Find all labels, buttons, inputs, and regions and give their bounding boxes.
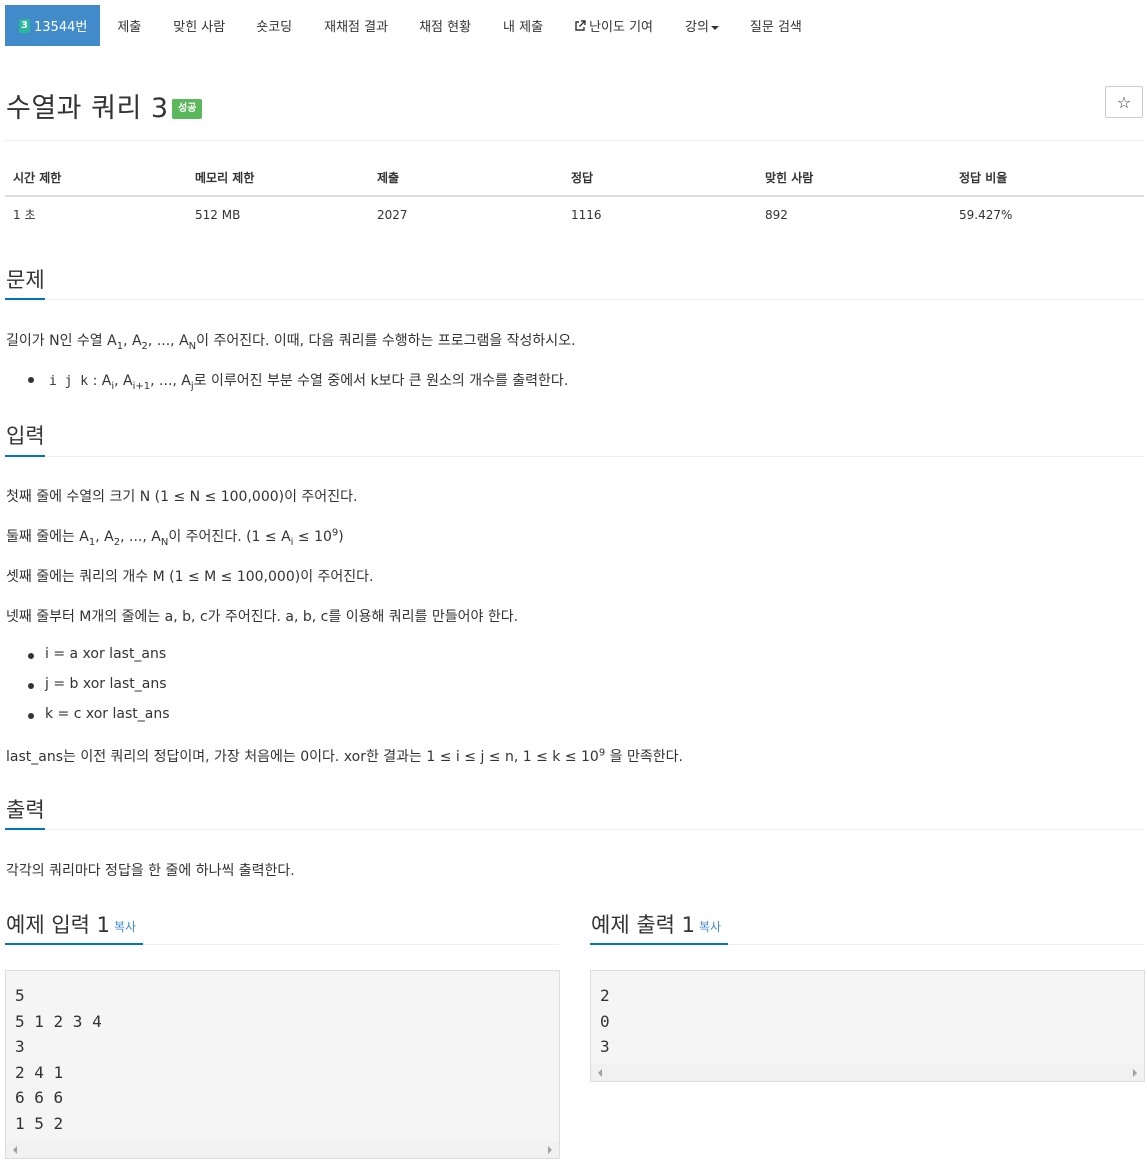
sample-output-box[interactable]: 2 0 3 <box>590 970 1145 1082</box>
section-divider <box>5 829 1144 830</box>
list-item: i = a xor last_ans <box>45 646 167 662</box>
bullet-icon <box>28 683 34 689</box>
bullet-icon <box>28 653 34 659</box>
table-header: 맞힌 사람 <box>757 160 951 197</box>
section-underline <box>5 298 45 300</box>
scroll-left-icon[interactable] <box>598 1069 602 1077</box>
problem-menu: 3 13544번 제출 맞힌 사람 숏코딩 재채점 결과 채점 현황 내 제출 … <box>5 5 802 46</box>
sample-output-title: 예제 출력 1 복사 <box>591 913 722 937</box>
page-title: 수열과 쿼리 3 <box>6 93 169 124</box>
input-line-1: 첫째 줄에 수열의 크기 N (1 ≤ N ≤ 100,000)이 주어진다. <box>6 489 358 505</box>
star-icon: ☆ <box>1116 92 1132 112</box>
problem-id-label: 13544번 <box>34 20 88 35</box>
sample-input-text: 5 5 1 2 3 4 3 2 4 1 6 6 6 1 5 2 <box>15 986 102 1133</box>
external-link-icon <box>575 20 586 31</box>
memory-limit: 512 MB <box>195 207 241 222</box>
nav-submit[interactable]: 제출 <box>117 16 141 35</box>
input-line-4: 넷째 줄부터 M개의 줄에는 a, b, c가 주어진다. a, b, c를 이… <box>6 609 519 625</box>
query-description: i j k : Ai, Ai+1, ..., Aj로 이루어진 부분 수열 중에… <box>49 373 569 392</box>
table-header: 정답 비율 <box>951 160 1144 197</box>
table-row: 1 초 512 MB 2027 1116 892 59.427% <box>5 196 1144 232</box>
nav-difficulty-contribution[interactable]: 난이도 기여 <box>574 16 653 35</box>
section-underline <box>590 943 728 945</box>
problem-section-title: 문제 <box>6 268 45 292</box>
bullet-icon <box>28 713 34 719</box>
input-line-3: 셋째 줄에는 쿼리의 개수 M (1 ≤ M ≤ 100,000)이 주어진다. <box>6 569 374 585</box>
tier-badge-icon: 3 <box>19 18 30 33</box>
bullet-icon <box>28 377 34 383</box>
table-header: 시간 제한 <box>5 160 187 197</box>
table-header: 메모리 제한 <box>187 160 369 197</box>
accepted-count: 1116 <box>571 207 602 222</box>
nav-lecture-label: 강의 <box>685 20 709 35</box>
accepted-ratio: 59.427% <box>959 207 1013 222</box>
table-header: 제출 <box>369 160 563 197</box>
horizontal-scrollbar[interactable] <box>6 1141 559 1158</box>
nav-short-coding[interactable]: 숏코딩 <box>256 16 292 35</box>
favorite-button[interactable]: ☆ <box>1105 86 1143 118</box>
list-item: k = c xor last_ans <box>45 706 170 722</box>
input-line-2: 둘째 줄에는 A1, A2, ..., AN이 주어진다. (1 ≤ Ai ≤ … <box>6 527 344 548</box>
input-section-title: 입력 <box>6 424 45 448</box>
output-section-title: 출력 <box>6 798 45 822</box>
result-badge: 성공 <box>172 99 203 119</box>
scroll-right-icon[interactable] <box>548 1146 552 1154</box>
solved-users-count: 892 <box>765 207 788 222</box>
horizontal-scrollbar[interactable] <box>591 1064 1144 1081</box>
scroll-right-icon[interactable] <box>1133 1069 1137 1077</box>
section-divider <box>5 456 1144 457</box>
output-description: 각각의 쿼리마다 정답을 한 줄에 하나씩 출력한다. <box>6 863 295 879</box>
copy-input-button[interactable]: 복사 <box>114 920 136 934</box>
sample-input-box[interactable]: 5 5 1 2 3 4 3 2 4 1 6 6 6 1 5 2 <box>5 970 560 1159</box>
title-divider <box>5 140 1144 141</box>
copy-output-button[interactable]: 복사 <box>699 920 721 934</box>
submission-count: 2027 <box>377 207 408 222</box>
nav-rejudge-result[interactable]: 재채점 결과 <box>324 16 388 35</box>
nav-question-search[interactable]: 질문 검색 <box>750 16 802 35</box>
list-item: j = b xor last_ans <box>45 676 167 692</box>
sample-output-text: 2 0 3 <box>600 986 610 1057</box>
problem-id-tab[interactable]: 3 13544번 <box>5 5 101 46</box>
nav-status[interactable]: 채점 현황 <box>419 16 471 35</box>
problem-info-table: 시간 제한 메모리 제한 제출 정답 맞힌 사람 정답 비율 1 초 512 M… <box>5 160 1144 232</box>
table-header: 정답 <box>563 160 757 197</box>
nav-my-submissions[interactable]: 내 제출 <box>503 16 543 35</box>
section-divider <box>5 299 1144 300</box>
table-header-row: 시간 제한 메모리 제한 제출 정답 맞힌 사람 정답 비율 <box>5 160 1144 197</box>
scroll-left-icon[interactable] <box>13 1146 17 1154</box>
time-limit: 1 초 <box>13 208 36 222</box>
nav-solved-users[interactable]: 맞힌 사람 <box>173 16 225 35</box>
nav-difficulty-label: 난이도 기여 <box>589 20 653 35</box>
caret-down-icon <box>710 25 719 30</box>
section-underline <box>5 455 45 457</box>
sample-input-title: 예제 입력 1 복사 <box>6 913 137 937</box>
input-line-5: last_ans는 이전 쿼리의 정답이며, 가장 처음에는 0이다. xor한… <box>6 747 683 765</box>
problem-description: 길이가 N인 수열 A1, A2, ..., AN이 주어진다. 이때, 다음 … <box>6 333 576 352</box>
section-underline <box>5 828 45 830</box>
nav-lecture-dropdown[interactable]: 강의 <box>685 16 719 35</box>
section-underline <box>5 943 143 945</box>
